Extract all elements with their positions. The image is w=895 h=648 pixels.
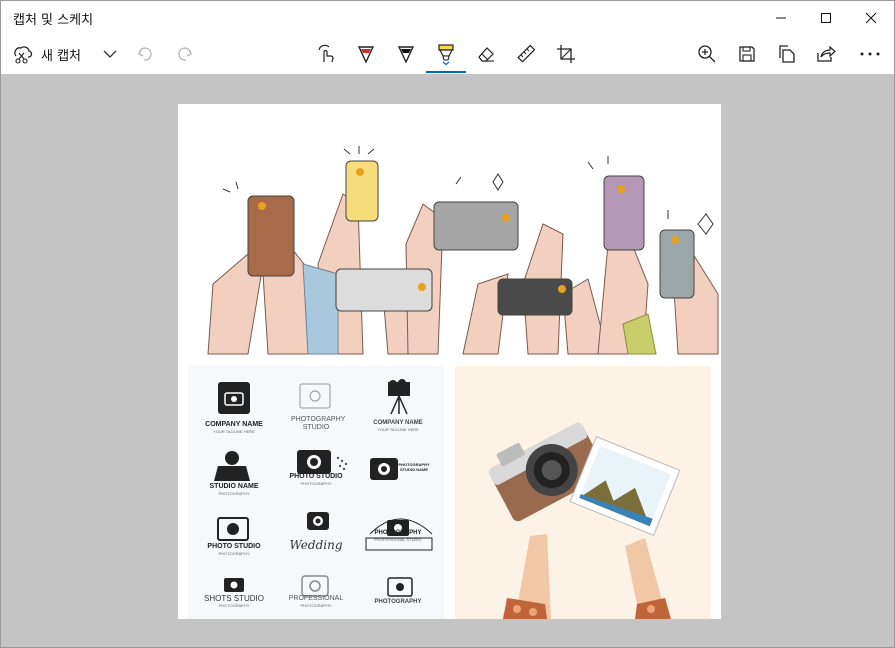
zoom-button[interactable] xyxy=(693,34,721,74)
copy-button[interactable] xyxy=(773,34,801,74)
save-icon xyxy=(739,46,755,62)
logo-item: PHOTOGRAPHY PROFESSIONAL STUDIO xyxy=(374,530,422,542)
ruler-button[interactable] xyxy=(513,34,539,74)
close-icon xyxy=(865,12,877,23)
crop-button[interactable] xyxy=(553,34,579,74)
capture-canvas[interactable]: COMPANY NAME YOUR TAGLINE HERE PHOTOGRAP… xyxy=(1,74,894,647)
more-options-button[interactable] xyxy=(854,34,886,74)
save-button[interactable] xyxy=(733,34,761,74)
logo-collection: COMPANY NAME YOUR TAGLINE HERE PHOTOGRAP… xyxy=(188,366,444,619)
phones-illustration xyxy=(188,104,720,355)
window-title: 캡처 및 스케치 xyxy=(13,13,94,28)
new-capture-button[interactable]: 새 캡처 xyxy=(11,34,101,74)
close-button[interactable] xyxy=(848,1,894,34)
share-button[interactable] xyxy=(812,34,840,74)
captured-image[interactable]: COMPANY NAME YOUR TAGLINE HERE PHOTOGRAP… xyxy=(178,104,721,619)
zoom-in-icon xyxy=(698,45,716,63)
minimize-icon xyxy=(776,17,786,18)
capture-mode-dropdown[interactable] xyxy=(99,34,121,74)
camera-illustration-panel xyxy=(455,366,711,619)
minimize-button[interactable] xyxy=(758,1,804,34)
logo-item: PROFESSIONAL PHOTOGRAPHY xyxy=(288,595,344,608)
copy-icon xyxy=(779,45,795,63)
logo-item: COMPANY NAME YOUR TAGLINE HERE xyxy=(205,421,263,434)
logo-item: Wedding xyxy=(289,538,343,552)
highlighter-button[interactable] xyxy=(433,34,459,74)
redo-button[interactable] xyxy=(173,34,197,74)
pencil-icon xyxy=(397,46,415,64)
snip-and-sketch-window: 캡처 및 스케치 새 캡처 COMPANY NAME YOUR TAGLINE … xyxy=(0,0,895,648)
logo-item: PHOTOGRAPHY STUDIO xyxy=(291,416,346,431)
logo-item: PHOTOGRAPHY xyxy=(374,599,422,605)
toolbar: 새 캡처 xyxy=(1,34,894,74)
ruler-icon xyxy=(517,44,536,63)
ballpoint-pen-button[interactable] xyxy=(353,34,379,74)
highlighter-icon xyxy=(438,44,454,66)
share-icon xyxy=(817,45,836,62)
undo-icon xyxy=(138,47,152,61)
logo-item: PHOTOGRAPHY STUDIO NAME xyxy=(398,462,430,472)
pencil-button[interactable] xyxy=(393,34,419,74)
undo-button[interactable] xyxy=(133,34,157,74)
more-icon xyxy=(860,52,880,56)
crop-icon xyxy=(557,45,575,63)
new-capture-label: 새 캡처 xyxy=(41,48,82,64)
active-tool-indicator xyxy=(426,71,466,73)
maximize-button[interactable] xyxy=(803,1,849,34)
title-bar[interactable]: 캡처 및 스케치 xyxy=(1,1,894,34)
logo-item: SHOTS STUDIO PHOTOGRAPHY xyxy=(203,594,264,609)
maximize-icon xyxy=(821,12,831,23)
chevron-down-icon xyxy=(103,50,117,58)
new-capture-icon xyxy=(14,46,33,64)
ballpoint-pen-icon xyxy=(357,46,375,64)
eraser-button[interactable] xyxy=(473,34,499,74)
logo-item: PHOTO STUDIO PHOTOGRAPHY xyxy=(289,473,343,486)
touch-writing-button[interactable] xyxy=(313,34,339,74)
eraser-icon xyxy=(478,47,494,62)
logo-item: PHOTO STUDIO PHOTOGRAPHY xyxy=(207,543,261,556)
camera-illustration xyxy=(488,422,681,619)
logo-item: STUDIO NAME PHOTOGRAPHY xyxy=(209,483,259,496)
redo-icon xyxy=(178,47,192,61)
touch-writing-icon xyxy=(318,44,334,63)
